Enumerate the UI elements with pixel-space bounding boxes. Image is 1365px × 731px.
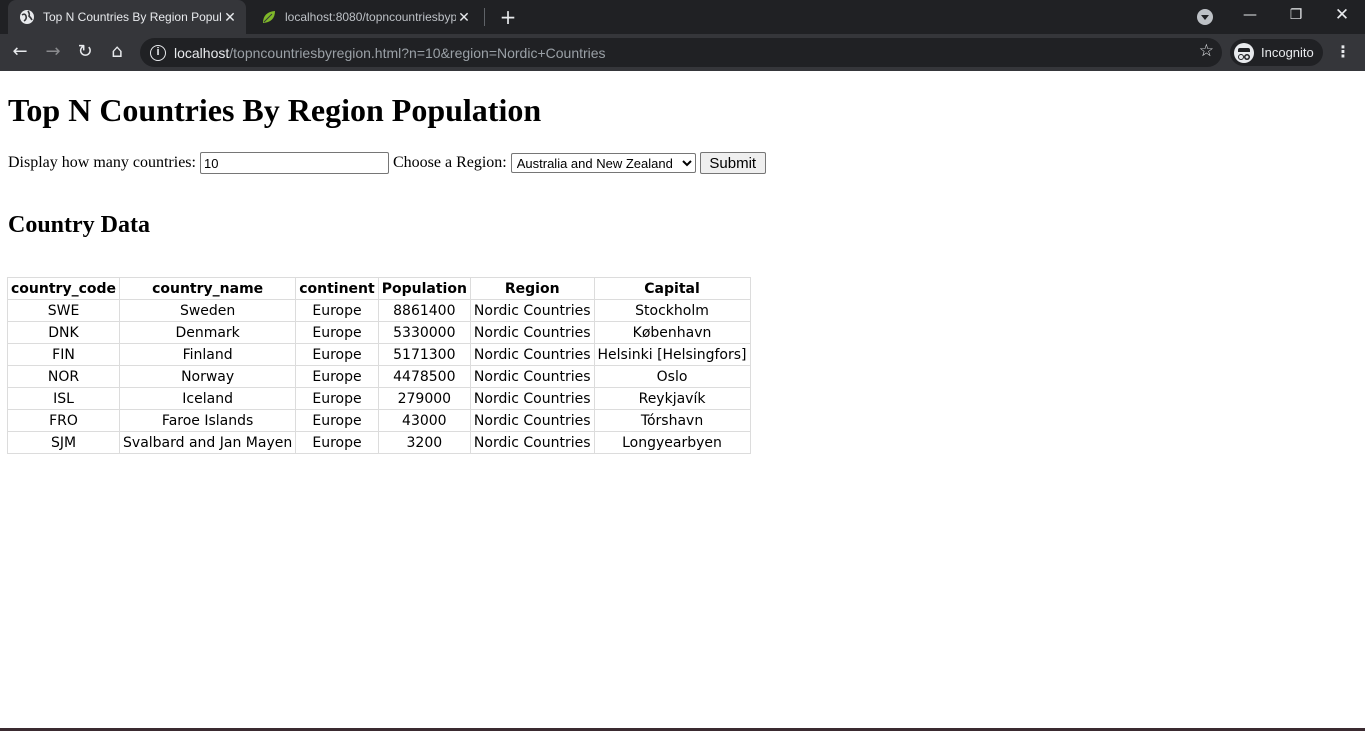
table-cell: Sweden xyxy=(119,299,297,322)
table-cell: Europe xyxy=(295,299,379,322)
page-content: Top N Countries By Region Population Dis… xyxy=(0,71,1365,728)
table-cell: Finland xyxy=(119,343,297,366)
close-icon[interactable]: ✕ xyxy=(222,9,238,26)
count-label: Display how many countries: xyxy=(8,154,196,171)
table-cell: FIN xyxy=(6,343,121,366)
query-form: Display how many countries: Choose a Reg… xyxy=(8,151,766,175)
table-cell: SWE xyxy=(6,299,121,322)
column-header: country_code xyxy=(6,277,121,300)
table-row: SWE Sweden Europe 8861400 Nordic Countries St… xyxy=(6,299,751,322)
close-icon[interactable]: ✕ xyxy=(456,9,472,26)
table-row: SJM Svalbard and Jan Mayen Europe 3200 Nordi… xyxy=(6,431,751,454)
region-label: Choose a Region: xyxy=(392,154,507,171)
table-cell: DNK xyxy=(6,321,121,344)
submit-button[interactable]: Submit xyxy=(699,152,766,174)
table-cell: Europe xyxy=(295,321,379,344)
table-cell: Europe xyxy=(295,343,379,366)
incognito-icon xyxy=(1234,42,1254,63)
table-cell: Iceland xyxy=(119,387,297,410)
country-table: country_code country_name continent Populat… xyxy=(6,277,751,454)
table-cell: Europe xyxy=(295,387,379,410)
incognito-label: Incognito xyxy=(1261,45,1314,60)
table-cell: Nordic Countries xyxy=(469,365,595,388)
minimize-icon[interactable]: — xyxy=(1227,0,1273,30)
table-cell: SJM xyxy=(6,431,121,454)
table-cell: 5171300 xyxy=(377,343,471,366)
back-icon[interactable]: ← xyxy=(6,38,34,66)
table-row: ISL Iceland Europe 279000 Nordic Countries Re… xyxy=(6,387,751,410)
section-title: Country Data xyxy=(8,212,150,238)
table-cell: FRO xyxy=(6,409,121,432)
table-cell: Denmark xyxy=(119,321,297,344)
table-cell: Europe xyxy=(295,365,379,388)
tab-title: Top N Countries By Region Popul xyxy=(43,10,222,24)
tab-strip: Top N Countries By Region Popul ✕ localh… xyxy=(0,0,1365,34)
browser-toolbar: ← → ↻ ⌂ i localhost/topncountriesbyregio… xyxy=(0,34,1365,71)
table-cell: Nordic Countries xyxy=(469,431,595,454)
spring-leaf-icon xyxy=(263,11,275,23)
tab-active[interactable]: Top N Countries By Region Popul ✕ xyxy=(8,0,246,34)
table-row: NOR Norway Europe 4478500 Nordic Countries Os… xyxy=(6,365,751,388)
table-cell: Reykjavík xyxy=(593,387,751,410)
tab-search-icon[interactable] xyxy=(1197,9,1213,25)
table-cell: Europe xyxy=(295,431,379,454)
table-cell: Nordic Countries xyxy=(469,387,595,410)
table-cell: Nordic Countries xyxy=(469,343,595,366)
home-icon[interactable]: ⌂ xyxy=(103,38,131,66)
table-cell: Nordic Countries xyxy=(469,409,595,432)
table-cell: Faroe Islands xyxy=(119,409,297,432)
column-header: Population xyxy=(377,277,471,300)
page-title: Top N Countries By Region Population xyxy=(8,92,542,128)
table-cell: Norway xyxy=(119,365,297,388)
table-cell: ISL xyxy=(6,387,121,410)
table-cell: 4478500 xyxy=(377,365,471,388)
table-cell: Svalbard and Jan Mayen xyxy=(119,431,297,454)
table-cell: Longyearbyen xyxy=(593,431,751,454)
table-cell: NOR xyxy=(6,365,121,388)
tab-title: localhost:8080/topncountriesbyp xyxy=(285,10,456,24)
globe-icon xyxy=(20,10,34,24)
tab-inactive[interactable]: localhost:8080/topncountriesbyp ✕ xyxy=(250,0,480,34)
table-cell: Tórshavn xyxy=(593,409,751,432)
column-header: country_name xyxy=(119,277,297,300)
table-cell: Europe xyxy=(295,409,379,432)
table-cell: Nordic Countries xyxy=(469,299,595,322)
url-host: localhost xyxy=(174,44,230,61)
table-body: SWE Sweden Europe 8861400 Nordic Countries St… xyxy=(6,299,751,454)
table-row: FRO Faroe Islands Europe 43000 Nordic Countr… xyxy=(6,409,751,432)
table-cell: Stockholm xyxy=(593,299,751,322)
column-header: continent xyxy=(295,277,379,300)
table-row: FIN Finland Europe 5171300 Nordic Countries H… xyxy=(6,343,751,366)
table-cell: 43000 xyxy=(377,409,471,432)
column-header: Capital xyxy=(593,277,751,300)
count-input[interactable] xyxy=(199,152,389,174)
incognito-badge[interactable]: Incognito xyxy=(1230,39,1323,66)
bookmark-star-icon[interactable]: ☆ xyxy=(1199,41,1214,61)
table-cell: København xyxy=(593,321,751,344)
new-tab-icon[interactable]: + xyxy=(498,5,518,29)
forward-icon[interactable]: → xyxy=(39,38,67,66)
table-row: DNK Denmark Europe 5330000 Nordic Countries K… xyxy=(6,321,751,344)
restore-icon[interactable]: ❐ xyxy=(1273,0,1319,30)
window-close-icon[interactable]: ✕ xyxy=(1319,0,1365,30)
table-cell: Nordic Countries xyxy=(469,321,595,344)
address-bar[interactable]: i localhost/topncountriesbyregion.html?n… xyxy=(140,38,1222,67)
table-cell: Oslo xyxy=(593,365,751,388)
url-path: /topncountriesbyregion.html?n=10&region=… xyxy=(229,44,606,61)
table-cell: 3200 xyxy=(377,431,471,454)
table-cell: Helsinki [Helsingfors] xyxy=(593,343,751,366)
table-header-row: country_code country_name continent Populat… xyxy=(6,277,751,300)
table-cell: 279000 xyxy=(377,387,471,410)
table-cell: 5330000 xyxy=(377,321,471,344)
table-cell: 8861400 xyxy=(377,299,471,322)
info-icon[interactable]: i xyxy=(150,44,166,61)
kebab-menu-icon[interactable]: ⋮ xyxy=(1333,38,1353,66)
reload-icon[interactable]: ↻ xyxy=(71,38,99,66)
tab-separator xyxy=(484,8,485,26)
column-header: Region xyxy=(469,277,595,300)
region-select[interactable]: Australia and New Zealand xyxy=(510,153,696,173)
